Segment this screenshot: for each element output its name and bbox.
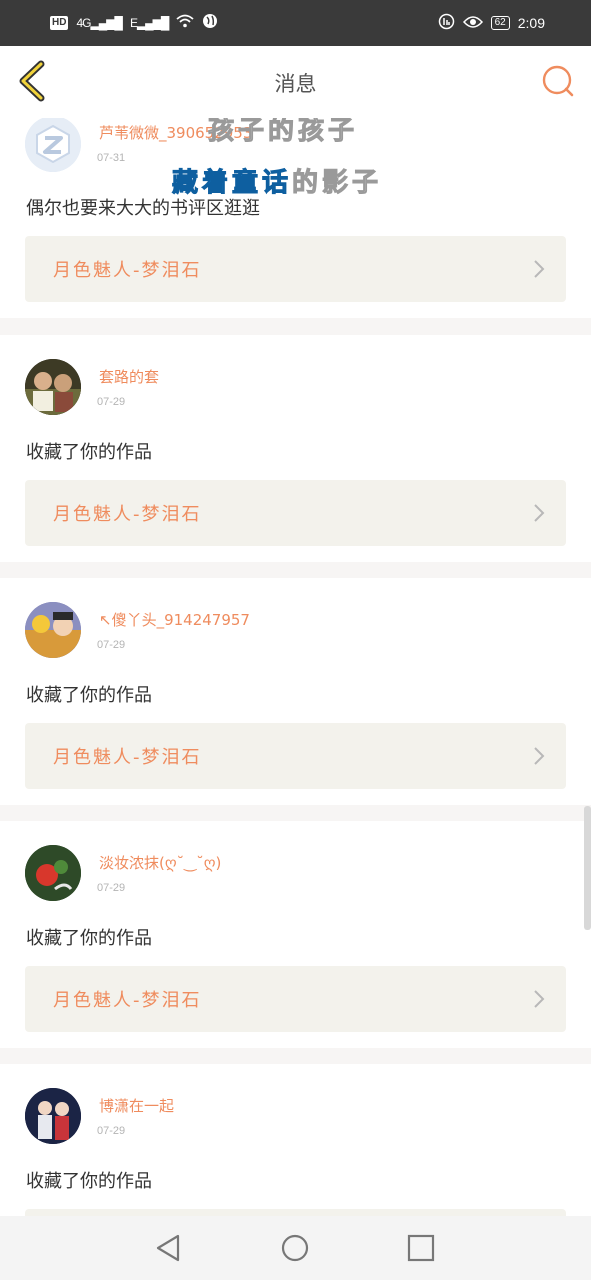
message-date: 07-29 xyxy=(97,639,126,651)
message-text: 收藏了你的作品 xyxy=(26,928,152,949)
message-card: 套路的套 07-29 收藏了你的作品 月色魅人-梦泪石 xyxy=(0,335,591,562)
message-date: 07-31 xyxy=(97,152,126,164)
wifi-icon xyxy=(176,14,195,31)
top-bar: 消息 xyxy=(0,46,591,119)
username[interactable]: 淡妆浓抹(ღ˘‿˘ღ) xyxy=(99,852,221,873)
status-left: HD 4G▂▄▆█ E▂▄▆█ xyxy=(50,13,218,32)
watermark-line2: 藏着童话的影子 xyxy=(171,162,383,199)
message-card: 芦苇微微_390652953 07-31 偶尔也要来大大的书评区逛逛 月色魅人-… xyxy=(0,118,591,318)
message-date: 07-29 xyxy=(97,396,126,408)
nav-home-button[interactable] xyxy=(277,1230,313,1266)
work-link[interactable]: 月色魅人-梦泪石 xyxy=(25,966,566,1032)
qq-avatar-icon xyxy=(25,118,81,172)
message-list[interactable]: 芦苇微微_390652953 07-31 偶尔也要来大大的书评区逛逛 月色魅人-… xyxy=(0,118,591,1216)
circle-home-icon xyxy=(281,1234,309,1262)
couple-avatar-icon xyxy=(25,1088,81,1144)
work-title: 月色魅人-梦泪石 xyxy=(53,260,202,281)
nav-recent-button[interactable] xyxy=(403,1230,439,1266)
chevron-right-icon xyxy=(534,504,545,522)
hd-badge: HD xyxy=(50,15,69,30)
eye-comfort-icon xyxy=(462,15,483,32)
message-text: 收藏了你的作品 xyxy=(26,1171,152,1192)
data-saver-icon xyxy=(438,13,455,33)
system-nav-bar xyxy=(0,1216,591,1280)
work-link[interactable]: 月色魅人-梦泪石 xyxy=(25,236,566,302)
battery-icon: 62 xyxy=(490,16,510,30)
avatar[interactable] xyxy=(25,1088,81,1144)
username[interactable]: 套路的套 xyxy=(99,366,159,387)
nav-back-button[interactable] xyxy=(150,1230,186,1266)
watermark-blue: 藏着童话 xyxy=(171,168,293,199)
message-card: 博潇在一起 07-29 收藏了你的作品 xyxy=(0,1064,591,1216)
work-link[interactable] xyxy=(25,1209,566,1216)
page-title: 消息 xyxy=(274,72,317,96)
signal-4g-icon: 4G▂▄▆█ xyxy=(76,15,122,30)
username[interactable]: ↖傻丫头_914247957 xyxy=(99,609,250,630)
plant-avatar-icon xyxy=(25,845,81,901)
message-date: 07-29 xyxy=(97,882,126,894)
watermark-line1: 孩子的孩子 xyxy=(207,118,359,147)
work-link[interactable]: 月色魅人-梦泪石 xyxy=(25,480,566,546)
avatar[interactable] xyxy=(25,602,81,658)
cartoon-avatar-icon xyxy=(25,602,81,658)
signal-e-icon: E▂▄▆█ xyxy=(129,15,169,30)
avatar[interactable] xyxy=(25,359,81,415)
watermark-white: 的影子 xyxy=(292,168,383,199)
triangle-back-icon xyxy=(156,1234,180,1262)
work-link[interactable]: 月色魅人-梦泪石 xyxy=(25,723,566,789)
work-title: 月色魅人-梦泪石 xyxy=(53,747,202,768)
scrollbar[interactable] xyxy=(584,806,591,930)
username[interactable]: 博潇在一起 xyxy=(99,1095,174,1116)
chevron-right-icon xyxy=(534,747,545,765)
chevron-right-icon xyxy=(534,990,545,1008)
status-bar: HD 4G▂▄▆█ E▂▄▆█ 62 2:09 xyxy=(0,0,591,46)
message-card: ↖傻丫头_914247957 07-29 收藏了你的作品 月色魅人-梦泪石 xyxy=(0,578,591,805)
message-text: 收藏了你的作品 xyxy=(26,442,152,463)
status-right: 62 2:09 xyxy=(438,13,545,33)
chevron-right-icon xyxy=(534,260,545,278)
search-button[interactable] xyxy=(539,62,577,100)
square-recent-icon xyxy=(407,1234,435,1262)
message-card: 淡妆浓抹(ღ˘‿˘ღ) 07-29 收藏了你的作品 月色魅人-梦泪石 xyxy=(0,821,591,1048)
work-title: 月色魅人-梦泪石 xyxy=(53,990,202,1011)
globe-icon xyxy=(202,13,218,32)
clock: 2:09 xyxy=(517,15,545,31)
message-date: 07-29 xyxy=(97,1125,126,1137)
avatar[interactable] xyxy=(25,845,81,901)
search-icon xyxy=(542,65,574,97)
message-text: 收藏了你的作品 xyxy=(26,685,152,706)
photo-avatar-icon xyxy=(25,359,81,415)
work-title: 月色魅人-梦泪石 xyxy=(53,504,202,525)
avatar[interactable] xyxy=(25,118,81,172)
